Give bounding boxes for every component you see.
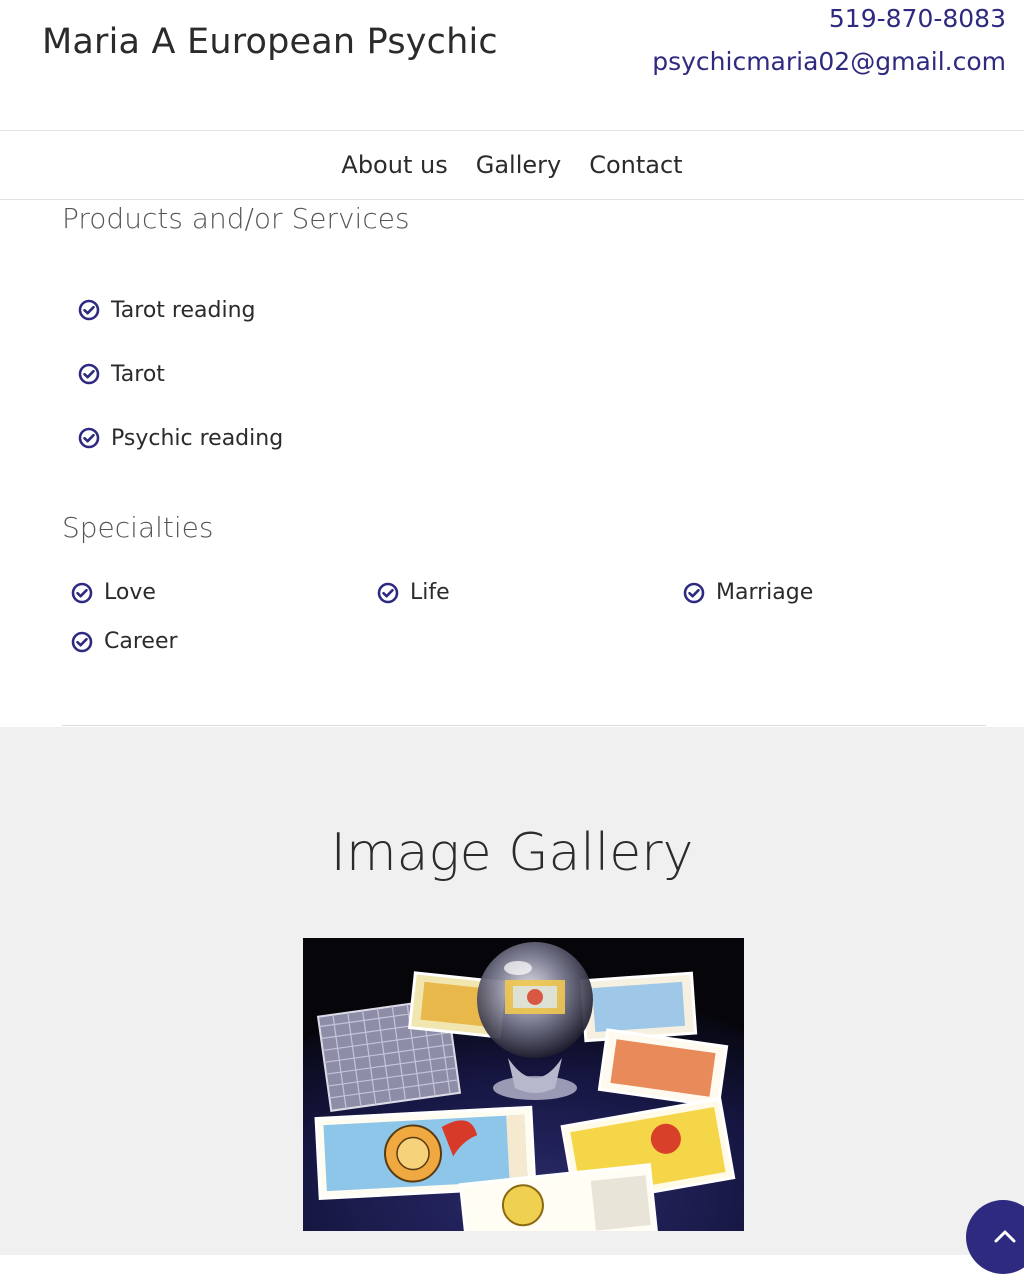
chevron-up-icon — [994, 1230, 1016, 1243]
specialty-item: Love — [71, 580, 156, 605]
specialty-label: Marriage — [716, 580, 814, 605]
back-to-top-button[interactable] — [966, 1200, 1024, 1274]
specialty-item: Career — [71, 629, 178, 654]
nav-about-us[interactable]: About us — [341, 151, 447, 179]
section-divider — [62, 725, 986, 726]
gallery-section: Image Gallery — [0, 727, 1024, 1255]
service-label: Tarot — [111, 361, 165, 387]
nav-gallery[interactable]: Gallery — [476, 151, 561, 179]
tarot-crystal-ball-image — [303, 938, 744, 1231]
site-header: Maria A European Psychic 519-870-8083 ps… — [0, 0, 1024, 130]
check-circle-icon — [71, 582, 93, 603]
check-circle-icon — [78, 427, 100, 449]
specialty-item: Life — [377, 580, 450, 605]
check-circle-icon — [78, 363, 100, 385]
phone-link[interactable]: 519-870-8083 — [829, 4, 1006, 33]
check-circle-icon — [78, 299, 100, 321]
service-label: Psychic reading — [111, 425, 284, 451]
services-heading: Products and/or Services — [62, 202, 410, 235]
list-item: Psychic reading — [78, 406, 283, 470]
services-list: Tarot reading Tarot Psychic reading — [78, 278, 283, 470]
check-circle-icon — [377, 582, 399, 603]
specialty-label: Life — [410, 580, 450, 605]
main-nav: About us Gallery Contact — [0, 130, 1024, 200]
list-item: Tarot reading — [78, 278, 283, 342]
nav-contact[interactable]: Contact — [589, 151, 682, 179]
list-item: Tarot — [78, 342, 283, 406]
site-title: Maria A European Psychic — [42, 22, 498, 62]
check-circle-icon — [71, 631, 93, 652]
specialty-label: Love — [104, 580, 156, 605]
check-circle-icon — [683, 582, 705, 603]
email-link[interactable]: psychicmaria02@gmail.com — [652, 47, 1006, 76]
specialties-heading: Specialties — [62, 511, 214, 544]
gallery-heading: Image Gallery — [330, 823, 694, 883]
service-label: Tarot reading — [111, 297, 256, 323]
specialty-label: Career — [104, 629, 178, 654]
specialty-item: Marriage — [683, 580, 813, 605]
gallery-image[interactable] — [303, 938, 744, 1231]
